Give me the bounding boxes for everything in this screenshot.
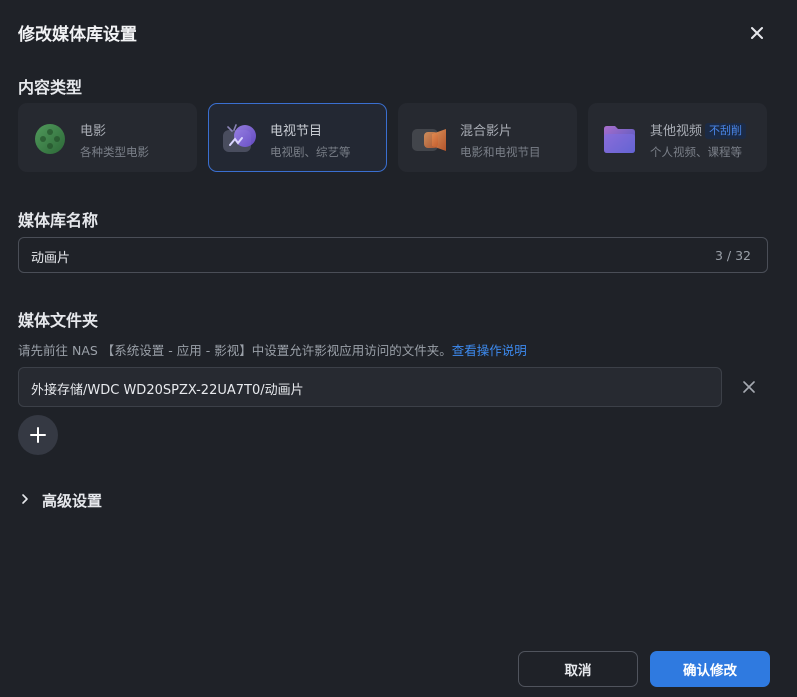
close-icon: [751, 27, 763, 39]
type-option-name: 电影: [80, 124, 107, 139]
type-option-desc: 电影和电视节目: [460, 145, 541, 159]
add-folder-button[interactable]: [18, 415, 58, 455]
dialog-title: 修改媒体库设置: [18, 25, 137, 45]
confirm-button[interactable]: 确认修改: [650, 651, 770, 687]
close-icon: [743, 381, 755, 393]
no-scrape-badge: 不刮削: [705, 123, 747, 139]
type-option-name-text: 其他视频: [650, 124, 703, 139]
char-counter: 3 / 32: [714, 248, 751, 263]
library-name-label: 媒体库名称: [18, 211, 99, 230]
media-folder-label: 媒体文件夹: [18, 311, 99, 330]
type-option-other[interactable]: 其他视频 不刮削 个人视频、课程等: [588, 103, 767, 172]
type-option-desc: 个人视频、课程等: [650, 145, 742, 159]
remove-folder-button[interactable]: [740, 378, 758, 396]
film-reel-icon: [35, 124, 65, 154]
library-name-input[interactable]: 动画片 3 / 32: [18, 237, 768, 273]
edit-library-dialog: 修改媒体库设置 内容类型 电影 各种类型电影 电视节目 电视剧、综艺等 混合影片…: [0, 0, 797, 697]
type-option-desc: 各种类型电影: [80, 145, 149, 159]
close-button[interactable]: [746, 22, 768, 44]
folder-icon: [604, 126, 635, 153]
plus-icon: [30, 427, 46, 443]
type-option-name: 电视节目: [270, 124, 323, 139]
folder-path-field[interactable]: 外接存储/WDC WD20SPZX-22UA7T0/动画片: [18, 367, 722, 407]
type-option-tv[interactable]: 电视节目 电视剧、综艺等: [208, 103, 387, 172]
folder-path-value: 外接存储/WDC WD20SPZX-22UA7T0/动画片: [31, 383, 304, 398]
tv-icon: [223, 124, 256, 152]
type-option-mixed[interactable]: 混合影片 电影和电视节目: [398, 103, 577, 172]
type-option-name: 其他视频 不刮削: [650, 120, 747, 139]
type-option-desc: 电视剧、综艺等: [270, 145, 351, 159]
chevron-right-icon: [22, 494, 28, 504]
cancel-button[interactable]: 取消: [518, 651, 638, 687]
media-folder-hint: 请先前往 NAS 【系统设置 - 应用 - 影视】中设置允许影视应用访问的文件夹…: [18, 340, 527, 359]
hint-text: 请先前往 NAS 【系统设置 - 应用 - 影视】中设置允许影视应用访问的文件夹…: [18, 343, 452, 358]
camera-icon: [412, 129, 446, 151]
help-link[interactable]: 查看操作说明: [452, 343, 527, 358]
type-option-name: 混合影片: [460, 124, 513, 139]
content-type-label: 内容类型: [18, 78, 83, 97]
library-name-value: 动画片: [31, 251, 71, 266]
type-option-movie[interactable]: 电影 各种类型电影: [18, 103, 197, 172]
advanced-settings-label: 高级设置: [42, 492, 103, 510]
